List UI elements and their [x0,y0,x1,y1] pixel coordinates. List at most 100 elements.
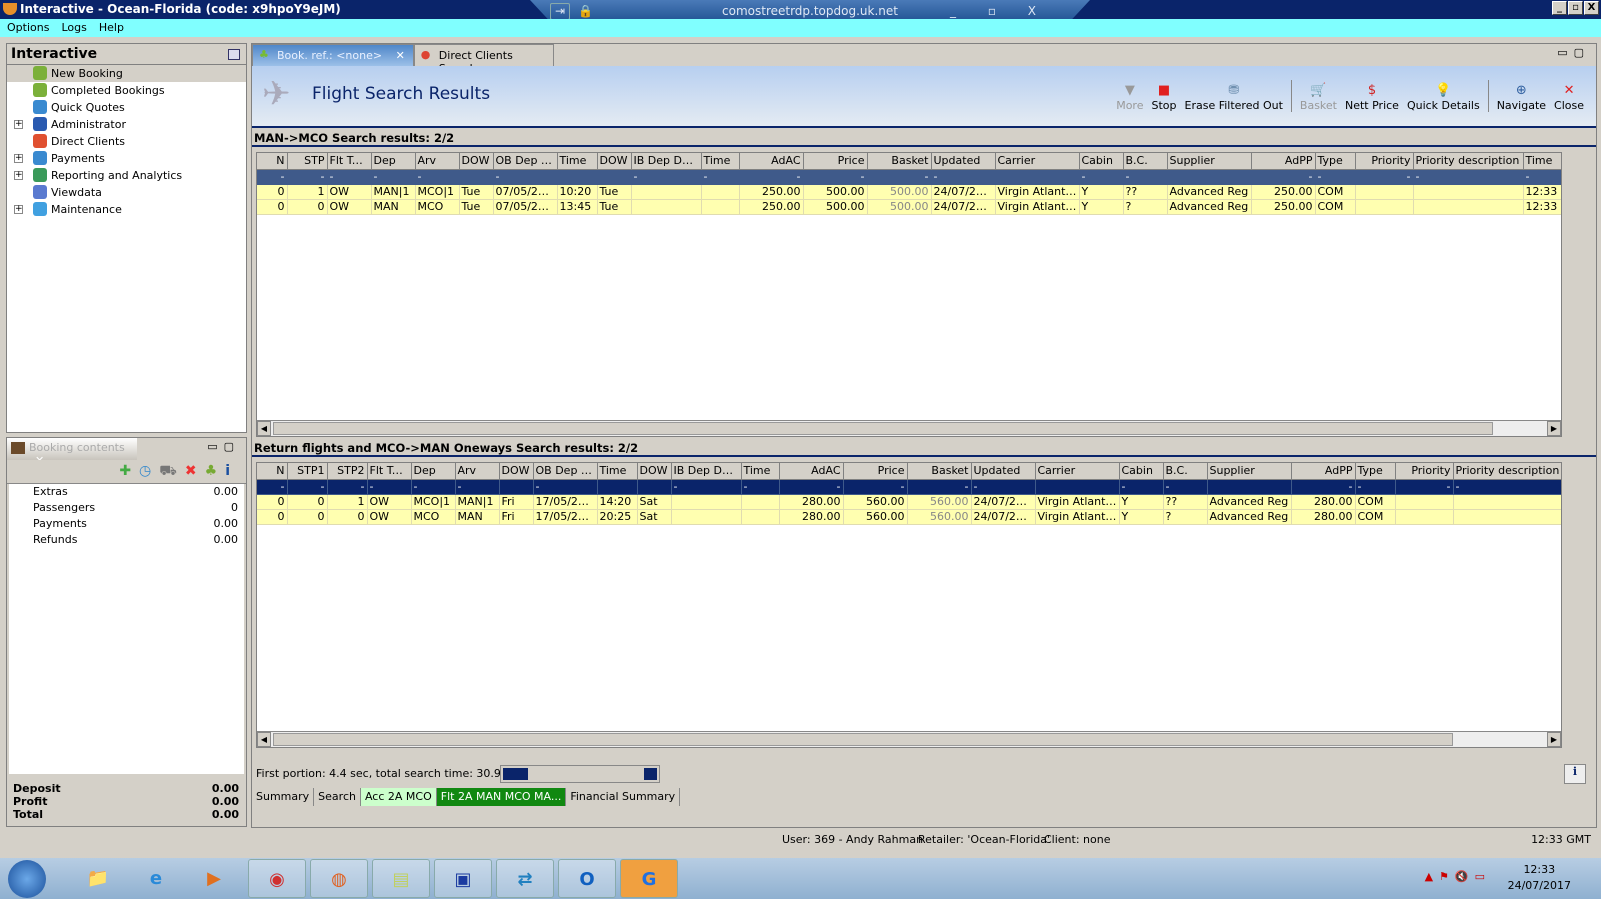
filter-cell[interactable] [499,479,534,495]
delete-icon[interactable]: ✖ [185,463,205,479]
filter-cell[interactable]: - [455,479,500,495]
stop-button[interactable]: ■ Stop [1147,83,1180,112]
booking-contents-tab[interactable]: Booking contents ✕ [7,438,137,467]
filter-cell[interactable]: - [1315,169,1356,185]
expand-icon[interactable]: + [14,120,23,129]
expand-icon[interactable]: + [14,154,23,163]
column-header[interactable]: Time [597,463,638,480]
expand-icon[interactable]: + [14,171,23,180]
filter-cell[interactable]: - [1355,169,1414,185]
column-header[interactable]: Flt Type [327,153,372,170]
scroll-left-icon[interactable]: ◀ [257,732,271,747]
tab-booking-ref[interactable]: ♣ Book. ref.: <none> ✕ [252,44,414,66]
nav-item-direct-clients[interactable]: Direct Clients [7,133,246,150]
filter-cell[interactable]: - [701,169,740,185]
scroll-right-icon[interactable]: ▶ [1547,732,1561,747]
filter-cell[interactable]: - [533,479,598,495]
result-row[interactable]: 0 0 OW MAN MCO Tue 07/05/2019 13:45 Tue 250.00 500… [257,199,1561,215]
column-header[interactable]: Priority [1355,153,1414,170]
column-header[interactable]: DOW [499,463,534,480]
filter-cell[interactable]: - [1251,169,1316,185]
tab-summary[interactable]: Summary [252,788,315,806]
nav-item-quick-quotes[interactable]: Quick Quotes [7,99,246,116]
filter-cell[interactable]: - [971,479,1036,495]
column-header[interactable]: Time [557,153,598,170]
column-header[interactable]: STP [287,153,328,170]
column-header[interactable]: Dep [371,153,416,170]
column-header[interactable]: DOW [459,153,494,170]
filter-cell[interactable]: - [931,169,996,185]
quick-details-button[interactable]: 💡 Quick Details [1403,83,1484,112]
close-button[interactable]: ✕ Close [1550,83,1588,112]
column-header[interactable]: AdAC [739,153,804,170]
column-header[interactable]: N [257,153,288,170]
column-header[interactable]: Arv [455,463,500,480]
filter-cell[interactable]: - [1453,479,1561,495]
column-header[interactable]: Carrier [995,153,1080,170]
taskbar-outlook-icon[interactable]: O [558,859,616,898]
filter-row[interactable]: -------------------- [257,169,1561,185]
more-button[interactable]: ▼ More [1112,83,1147,112]
filter-cell[interactable]: - [1291,479,1356,495]
taskbar-media-player-icon[interactable]: ▶ [186,859,242,898]
column-header[interactable]: B.C. [1163,463,1208,480]
filter-cell[interactable]: - [257,169,288,185]
filter-cell[interactable]: - [1079,169,1124,185]
info-icon[interactable]: i [225,463,238,479]
tab-flight[interactable]: Flt 2A MAN MCO MA... [436,788,567,806]
menu-options[interactable]: Options [7,19,49,37]
scroll-thumb[interactable] [273,422,1493,435]
column-header[interactable]: N [257,463,288,480]
expand-icon[interactable]: + [14,205,23,214]
nett-price-button[interactable]: $ Nett Price [1341,83,1403,112]
start-button[interactable] [8,860,46,898]
filter-cell[interactable] [1207,479,1292,495]
column-header[interactable]: Dep [411,463,456,480]
horizontal-scrollbar[interactable]: ◀ ▶ [257,420,1561,436]
filter-cell[interactable]: - [1395,479,1454,495]
filter-cell[interactable]: - [741,479,780,495]
nav-item-payments[interactable]: + Payments [7,150,246,167]
column-header[interactable]: Updated [931,153,996,170]
filter-cell[interactable] [557,169,598,185]
column-header[interactable]: Supplier [1167,153,1252,170]
minimize-button[interactable]: _ [1552,1,1567,15]
filter-cell[interactable]: - [327,479,368,495]
close-tab-icon[interactable]: ✕ [396,49,405,62]
basket-button[interactable]: 🛒 Basket [1296,83,1341,112]
taskbar-file-manager-icon[interactable]: ▤ [372,859,430,898]
menu-help[interactable]: Help [99,19,124,37]
taskbar-explorer-icon[interactable]: 📁 [70,859,126,898]
column-header[interactable]: OB Dep D... [493,153,558,170]
filter-cell[interactable]: - [803,169,868,185]
clock-icon[interactable]: ◷ [139,463,159,479]
column-header[interactable]: Flt Type [367,463,412,480]
column-header[interactable]: Priority description [1413,153,1524,170]
column-header[interactable]: Price [843,463,908,480]
column-header[interactable]: STP2 [327,463,368,480]
pin-icon[interactable]: ⇥ [550,3,570,20]
navigate-button[interactable]: ⊕ Navigate [1493,83,1550,112]
scroll-right-icon[interactable]: ▶ [1547,421,1561,436]
filter-cell[interactable]: - [1523,169,1561,185]
filter-cell[interactable]: - [671,479,742,495]
filter-cell[interactable]: - [411,479,456,495]
tab-direct-clients-search[interactable]: ● Direct Clients Search [413,44,554,75]
column-header[interactable]: Time [701,153,740,170]
filter-cell[interactable]: - [631,169,702,185]
erase-filtered-out-button[interactable]: ⛃ Erase Filtered Out [1181,83,1287,112]
scroll-left-icon[interactable]: ◀ [257,421,271,436]
filter-cell[interactable]: - [1163,479,1208,495]
nav-item-completed-bookings[interactable]: Completed Bookings [7,82,246,99]
filter-cell[interactable]: - [907,479,972,495]
maximize-button[interactable]: ▫ [1568,1,1583,15]
filter-cell[interactable]: - [779,479,844,495]
filter-cell[interactable]: - [287,169,328,185]
filter-cell[interactable]: - [1355,479,1396,495]
nav-item-maintenance[interactable]: + Maintenance [7,201,246,218]
filter-cell[interactable]: - [327,169,372,185]
pane-min-max[interactable]: ▭▢ [207,440,240,453]
filter-cell[interactable] [995,169,1080,185]
add-icon[interactable]: ✚ [119,463,139,479]
filter-cell[interactable]: - [867,169,932,185]
